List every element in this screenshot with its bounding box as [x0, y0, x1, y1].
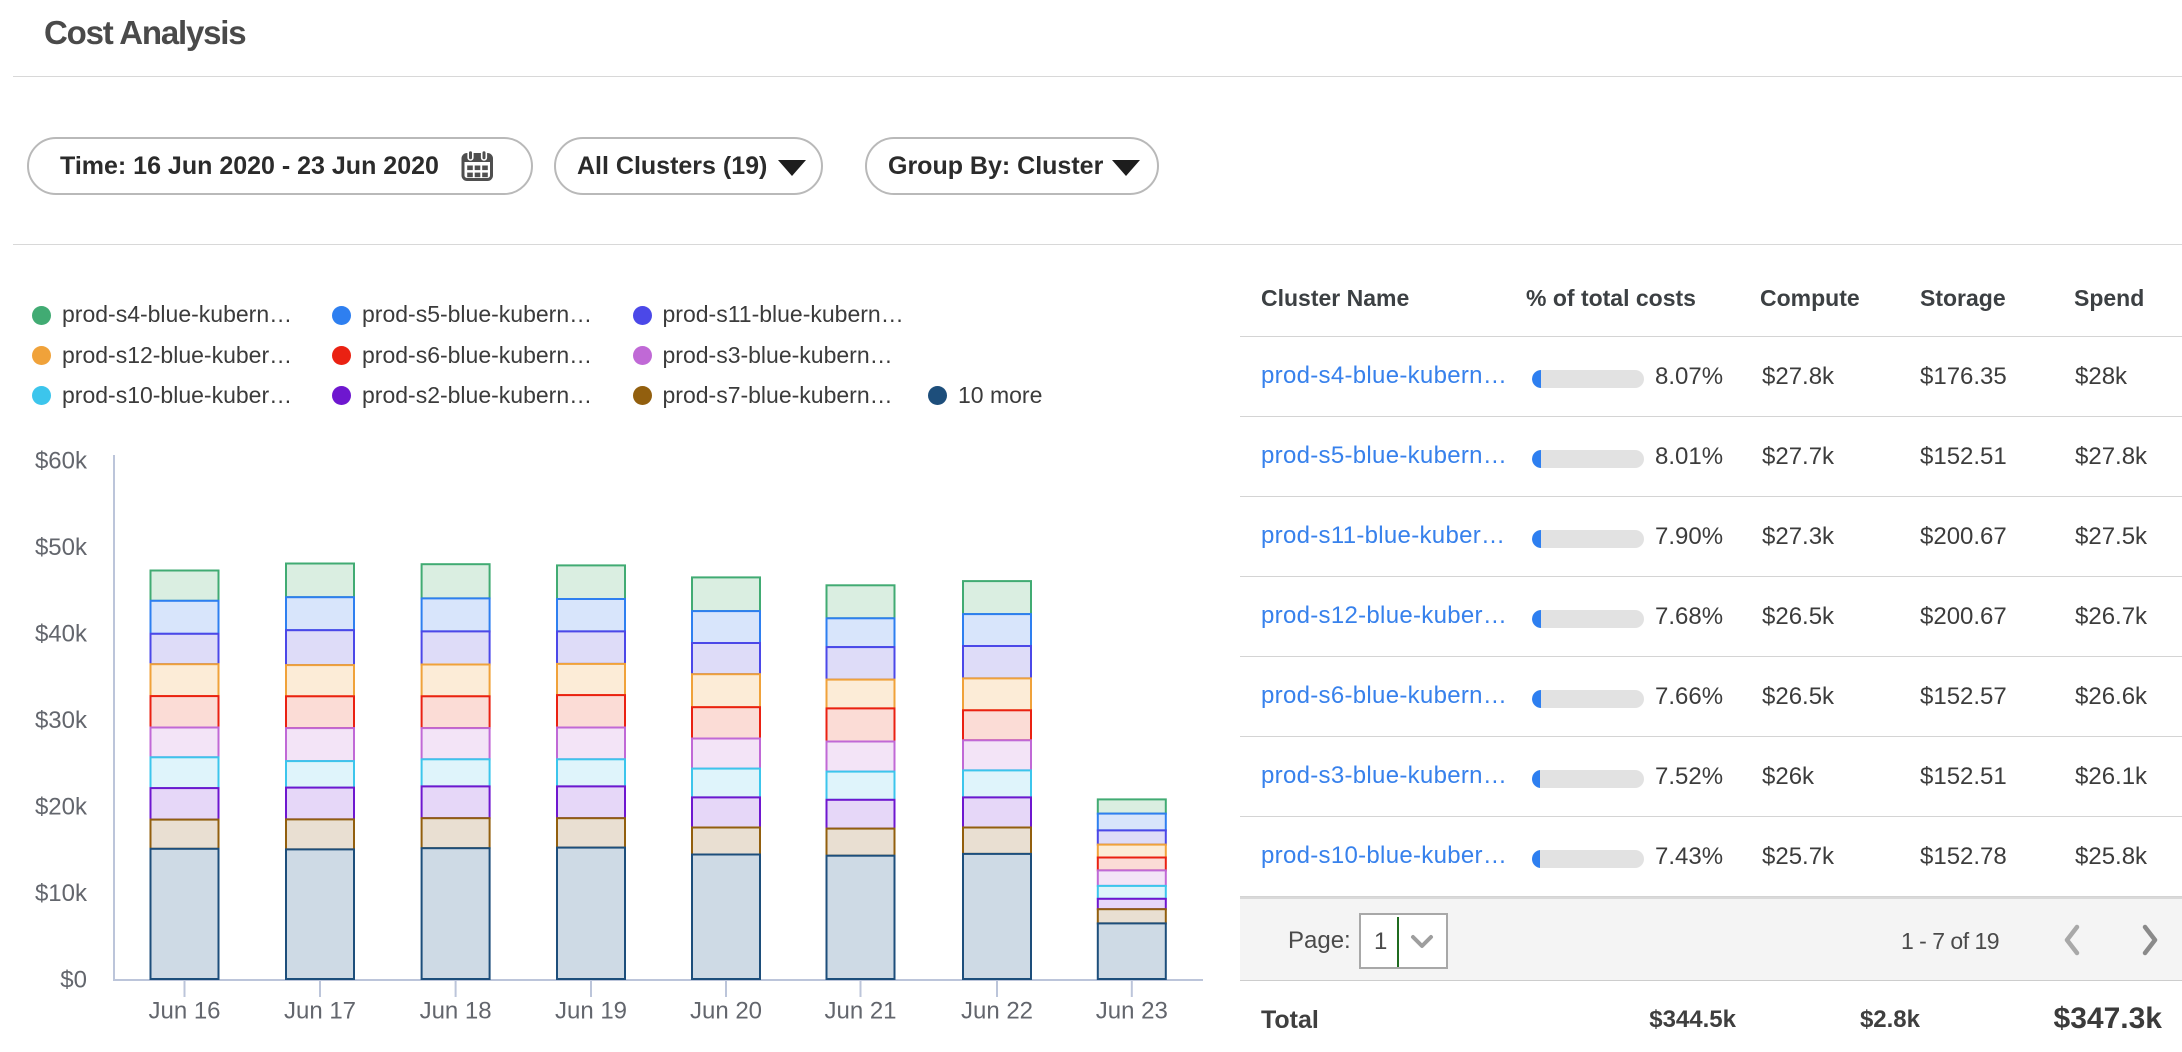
svg-text:Jun 16: Jun 16	[148, 998, 220, 1025]
svg-text:Jun 20: Jun 20	[690, 998, 762, 1025]
svg-text:$30k: $30k	[35, 707, 88, 734]
svg-text:$60k: $60k	[35, 448, 88, 475]
svg-text:Jun 23: Jun 23	[1096, 998, 1168, 1025]
svg-text:$20k: $20k	[35, 794, 88, 821]
svg-text:Jun 21: Jun 21	[824, 998, 896, 1025]
svg-text:$0: $0	[60, 967, 87, 994]
svg-text:Jun 22: Jun 22	[961, 998, 1033, 1025]
svg-text:Jun 17: Jun 17	[284, 998, 356, 1025]
svg-text:Jun 19: Jun 19	[555, 998, 627, 1025]
svg-text:$50k: $50k	[35, 534, 88, 561]
svg-text:$40k: $40k	[35, 621, 88, 648]
svg-text:$10k: $10k	[35, 880, 88, 907]
svg-text:Jun 18: Jun 18	[420, 998, 492, 1025]
